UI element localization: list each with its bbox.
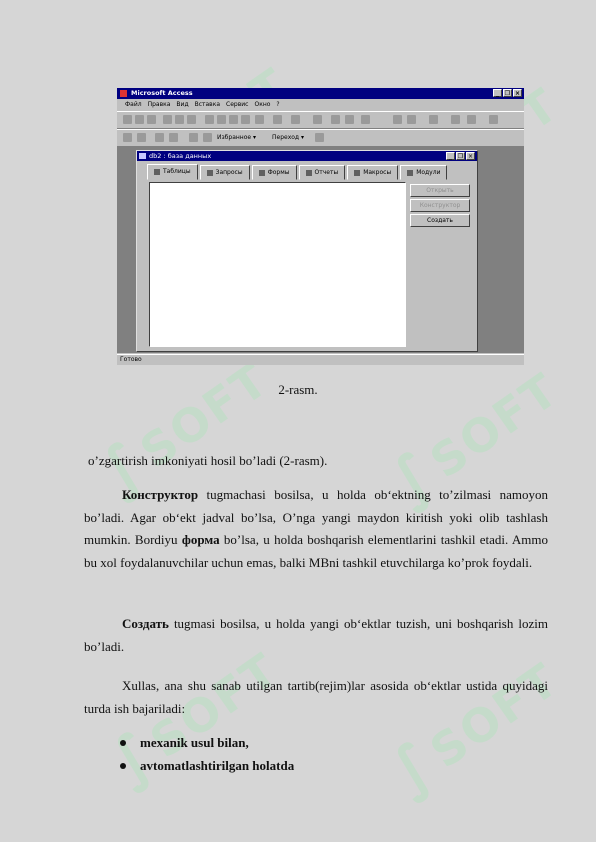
form-icon	[258, 169, 265, 176]
restore-button[interactable]: ❐	[503, 89, 512, 97]
office-links-icon[interactable]	[273, 115, 282, 124]
back-icon[interactable]	[123, 133, 132, 142]
query-icon	[206, 169, 213, 176]
show-web-toolbar-icon[interactable]	[315, 133, 324, 142]
figure-caption: 2-rasm.	[278, 382, 318, 397]
menu-window[interactable]: Окно	[254, 100, 270, 110]
tab-queries[interactable]: Запросы	[199, 165, 250, 180]
small-icons-icon[interactable]	[407, 115, 416, 124]
menu-edit[interactable]: Правка	[148, 100, 171, 110]
app-title: Microsoft Access	[131, 89, 193, 97]
new-icon[interactable]	[123, 115, 132, 124]
cut-icon[interactable]	[205, 115, 214, 124]
watermark-logo: ∫SOFT	[376, 652, 569, 808]
macro-icon	[354, 169, 361, 176]
tab-macros[interactable]: Макросы	[347, 165, 399, 180]
undo-icon[interactable]	[255, 115, 264, 124]
forward-icon[interactable]	[137, 133, 146, 142]
db-restore-button[interactable]: ❐	[456, 152, 465, 160]
table-icon	[154, 168, 160, 175]
list-icon[interactable]	[429, 115, 438, 124]
goto-menu[interactable]: Переход ▾	[272, 133, 304, 143]
object-tabs: Таблицы Запросы Формы Отчеты Макросы Мод…	[147, 164, 448, 181]
mdi-client-area: db2 : база данных _ ❐ × Таблицы Запросы …	[117, 147, 524, 353]
home-icon[interactable]	[189, 133, 198, 142]
close-button[interactable]: ×	[513, 89, 522, 97]
tab-tables[interactable]: Таблицы	[147, 164, 198, 180]
db-close-button[interactable]: ×	[466, 152, 475, 160]
object-list[interactable]	[149, 182, 406, 347]
watermark-logo: ∫SOFT	[86, 352, 279, 508]
search-web-icon[interactable]	[203, 133, 212, 142]
new-object-icon[interactable]	[361, 115, 370, 124]
save-icon[interactable]	[147, 115, 156, 124]
access-key-icon	[120, 90, 127, 97]
menu-bar: Файл Правка Вид Вставка Сервис Окно ?	[117, 100, 524, 110]
refresh-icon[interactable]	[169, 133, 178, 142]
menu-help[interactable]: ?	[276, 100, 279, 110]
paragraph-intro: o’zgartirish imkoniyati hosil bo’ladi (2…	[88, 453, 328, 468]
analyze-icon[interactable]	[291, 115, 300, 124]
menu-tools[interactable]: Сервис	[226, 100, 248, 110]
properties-icon[interactable]	[331, 115, 340, 124]
list-item: avtomatlashtirilgan holatda	[120, 754, 294, 777]
help-icon[interactable]	[489, 115, 498, 124]
module-icon	[407, 169, 414, 176]
format-painter-icon[interactable]	[241, 115, 250, 124]
bullet-list: mexanik usul bilan, avtomatlashtirilgan …	[120, 731, 294, 777]
db-minimize-button[interactable]: _	[446, 152, 455, 160]
access-screenshot-figure: Microsoft Access _ ❐ × Файл Правка Вид В…	[117, 88, 524, 365]
paragraph-designer: Конструктор tugmachasi bosilsa, u holda …	[84, 487, 548, 570]
database-window: db2 : база данных _ ❐ × Таблицы Запросы …	[136, 150, 478, 352]
tab-reports[interactable]: Отчеты	[298, 165, 346, 180]
database-icon	[139, 153, 146, 159]
code-icon[interactable]	[313, 115, 322, 124]
large-icons-icon[interactable]	[393, 115, 402, 124]
menu-view[interactable]: Вид	[176, 100, 188, 110]
stop-icon[interactable]	[155, 133, 164, 142]
paragraph-summary: Xullas, ana shu sanab utilgan tartib(rej…	[84, 678, 548, 716]
paragraph-create: Создать tugmasi bosilsa, u holda yangi o…	[84, 616, 548, 654]
new-object-dropdown-icon[interactable]	[467, 115, 476, 124]
create-button[interactable]: Создать	[410, 214, 470, 227]
menu-insert[interactable]: Вставка	[195, 100, 220, 110]
open-icon[interactable]	[135, 115, 144, 124]
favorites-menu[interactable]: Избранное ▾	[217, 133, 256, 143]
list-item: mexanik usul bilan,	[120, 731, 294, 754]
standard-toolbar	[117, 111, 524, 129]
print-icon[interactable]	[163, 115, 172, 124]
tab-modules[interactable]: Модули	[400, 165, 448, 180]
details-icon[interactable]	[451, 115, 460, 124]
spelling-icon[interactable]	[187, 115, 196, 124]
database-window-title: db2 : база данных	[149, 152, 212, 160]
open-button[interactable]: Открыть	[410, 184, 470, 197]
tab-forms[interactable]: Формы	[251, 165, 297, 180]
design-button[interactable]: Конструктор	[410, 199, 470, 212]
minimize-button[interactable]: _	[493, 89, 502, 97]
status-bar: Готово	[117, 354, 524, 365]
app-title-bar: Microsoft Access _ ❐ ×	[117, 88, 524, 99]
database-window-title-bar: db2 : база данных _ ❐ ×	[137, 151, 477, 161]
paste-icon[interactable]	[229, 115, 238, 124]
preview-icon[interactable]	[175, 115, 184, 124]
web-toolbar: Избранное ▾ Переход ▾	[117, 129, 524, 147]
report-icon	[305, 169, 312, 176]
menu-file[interactable]: Файл	[125, 100, 142, 110]
copy-icon[interactable]	[217, 115, 226, 124]
relationships-icon[interactable]	[345, 115, 354, 124]
